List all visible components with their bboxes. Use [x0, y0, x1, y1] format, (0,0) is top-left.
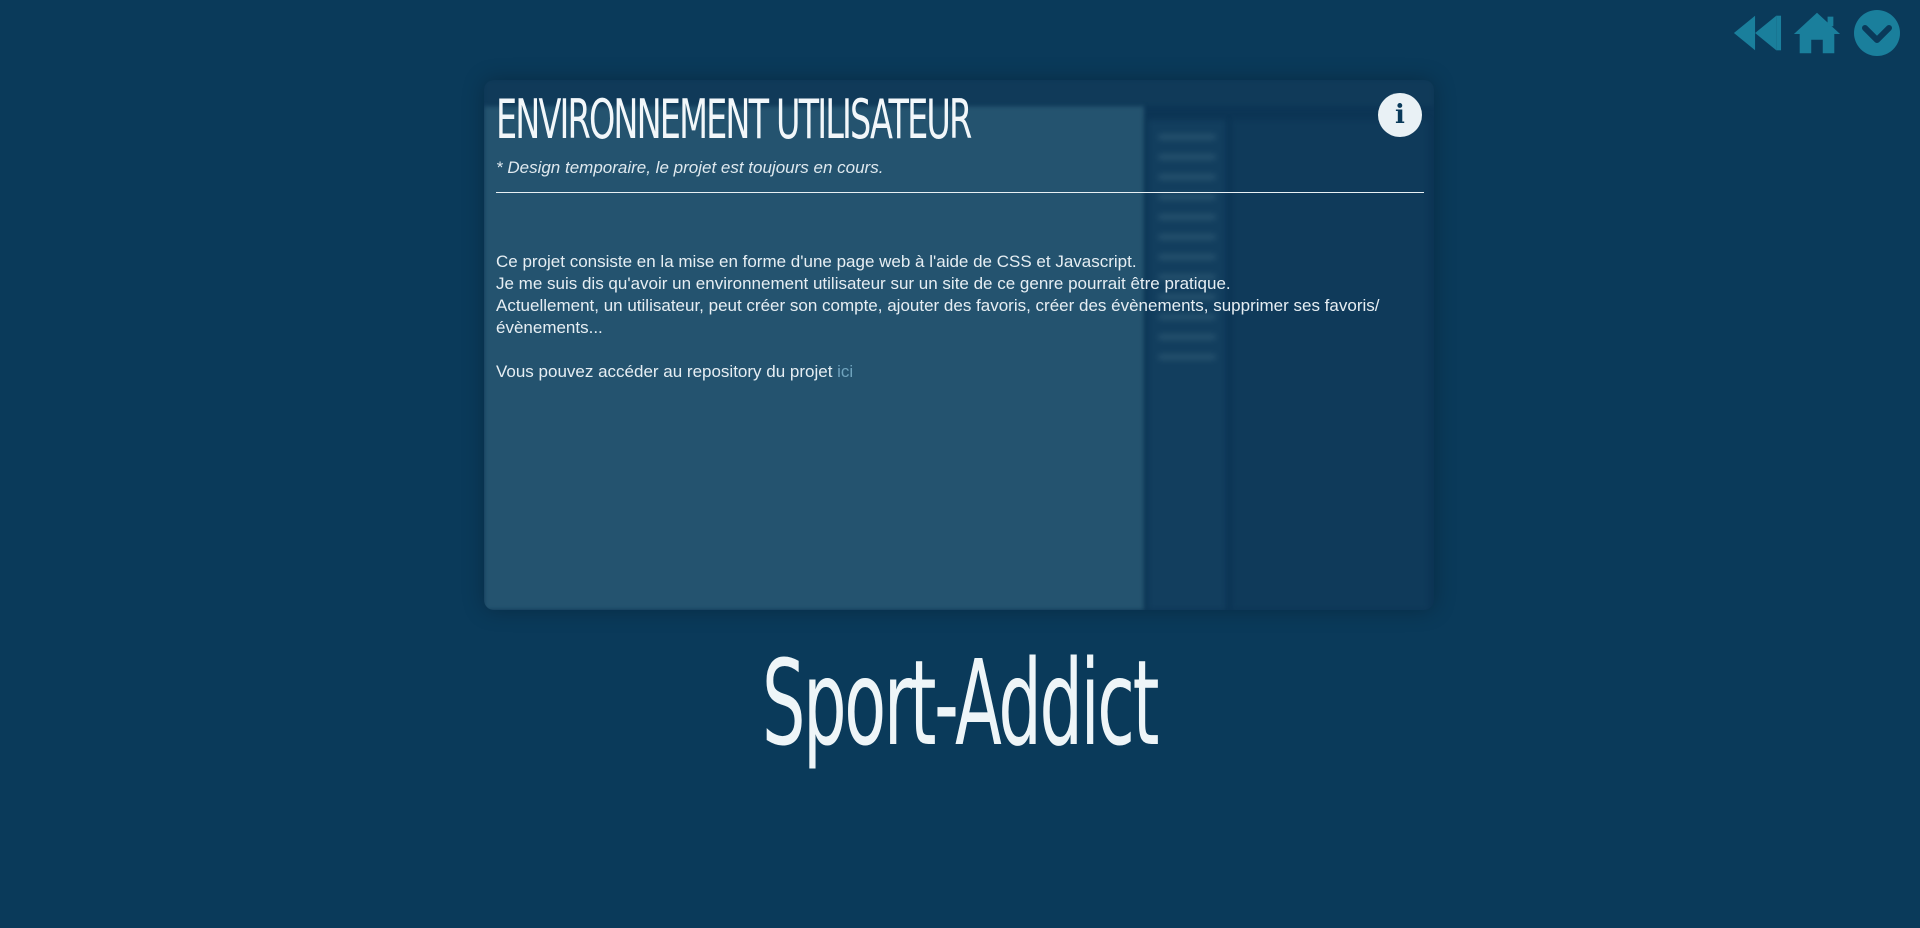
info-button[interactable]: i — [1378, 93, 1422, 137]
repo-line: Vous pouvez accéder au repository du pro… — [496, 361, 1422, 383]
info-icon: i — [1395, 100, 1405, 130]
project-name: Sport-Addict — [0, 628, 1920, 778]
chevron-down-circle-icon — [1854, 10, 1900, 56]
description-line: Je me suis dis qu'avoir un environnement… — [496, 274, 1231, 293]
card-overlay: Environnement utilisateur * Design tempo… — [484, 80, 1434, 610]
double-chevron-left-icon — [1733, 15, 1782, 51]
repo-text: Vous pouvez accéder au repository du pro… — [496, 362, 838, 381]
card-title: Environnement utilisateur — [496, 88, 972, 151]
repo-link[interactable]: ici — [837, 362, 853, 381]
home-icon — [1793, 12, 1841, 54]
home-button[interactable] — [1792, 8, 1842, 58]
description-line: Ce projet consiste en la mise en forme d… — [496, 252, 1137, 271]
card-subtitle: * Design temporaire, le projet est toujo… — [496, 158, 884, 177]
top-navigation — [1732, 8, 1902, 58]
scroll-down-button[interactable] — [1852, 8, 1902, 58]
project-card: Environnement utilisateur * Design tempo… — [484, 80, 1434, 610]
description-line: Actuellement, un utilisateur, peut créer… — [496, 296, 1380, 337]
project-description: Ce projet consiste en la mise en forme d… — [496, 251, 1422, 383]
divider — [496, 192, 1424, 193]
project-name-text: Sport-Addict — [762, 634, 1159, 772]
back-button[interactable] — [1732, 8, 1782, 58]
